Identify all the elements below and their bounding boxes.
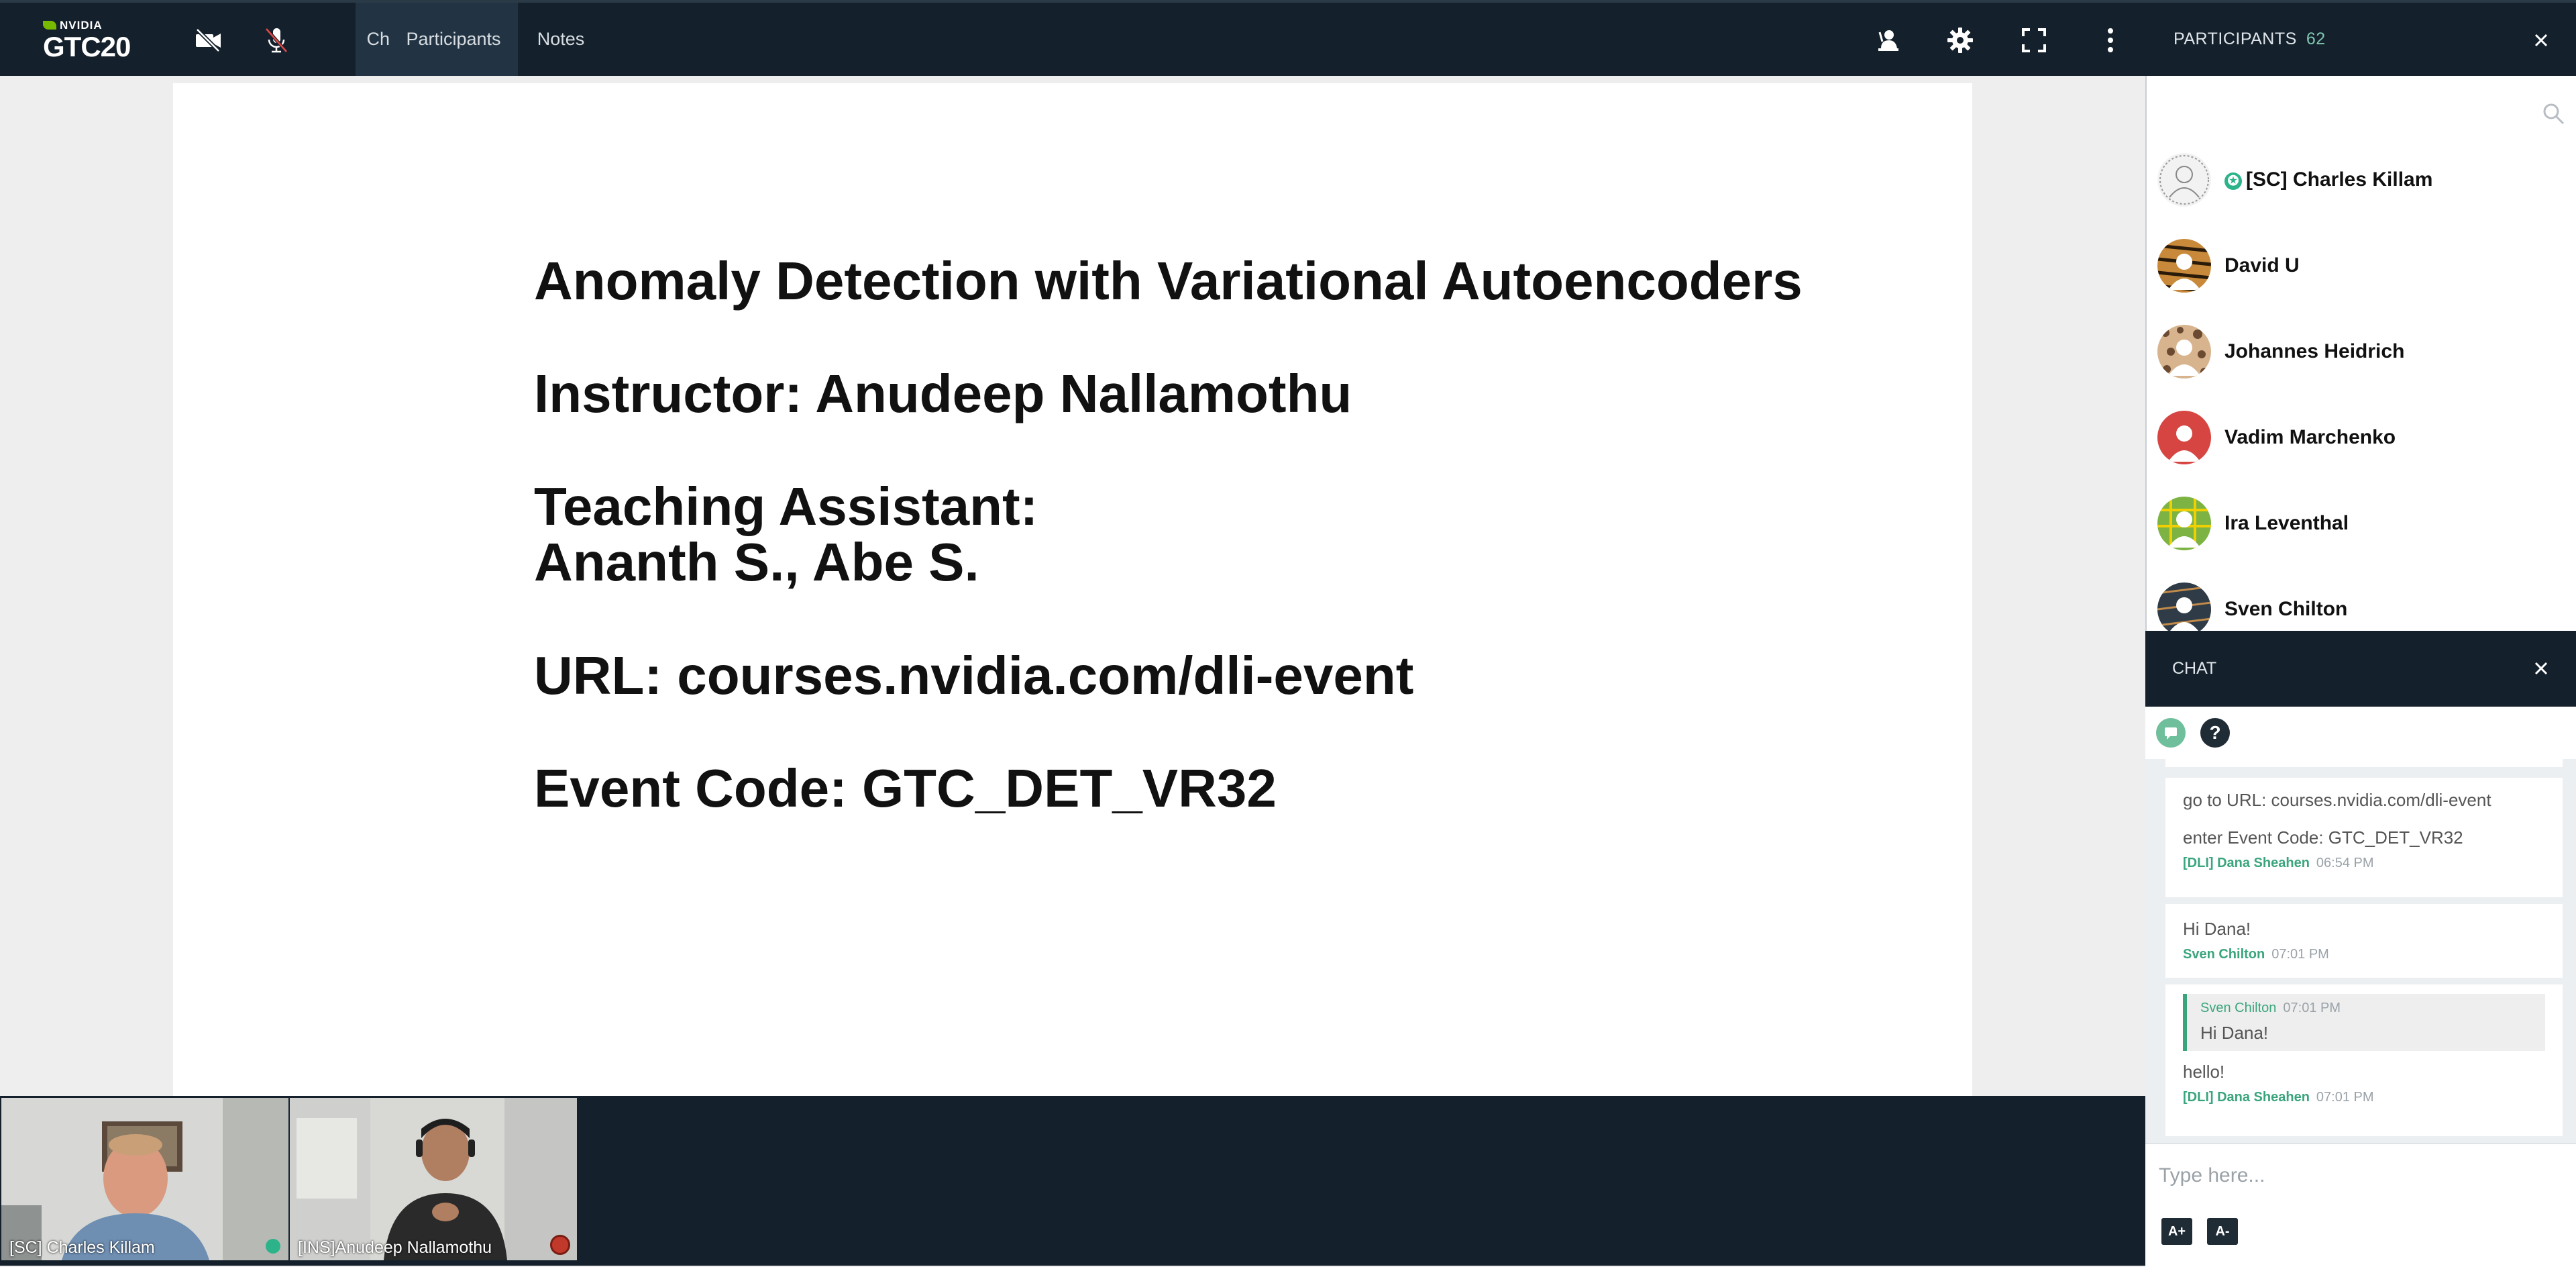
participant-row[interactable]: Ira Leventhal [2157, 493, 2349, 554]
chat-composer: A+ A- [2145, 1143, 2576, 1267]
message-author: [DLI] Dana Sheahen [2183, 856, 2310, 870]
participant-row[interactable]: David U [2157, 235, 2300, 297]
chat-input[interactable] [2157, 1159, 2563, 1193]
quote-author: Sven Chilton [2200, 1001, 2277, 1015]
participant-name: [SC] Charles Killam [2246, 168, 2433, 191]
participant-name: David U [2224, 254, 2300, 276]
slide-event-code: Event Code: GTC_DET_VR32 [534, 758, 1277, 818]
close-participants-icon[interactable] [2528, 27, 2555, 54]
participant-name: Johannes Heidrich [2224, 340, 2405, 362]
search-icon[interactable] [2540, 100, 2567, 127]
font-decrease-button[interactable]: A- [2207, 1218, 2238, 1245]
slide-title: Anomaly Detection with Variational Autoe… [534, 251, 1803, 311]
message-text: enter Event Code: GTC_DET_VR32 [2183, 827, 2463, 848]
chat-header: CHAT [2145, 631, 2576, 707]
message-text: go to URL: courses.nvidia.com/dli-event [2183, 790, 2491, 810]
presentation-slide: Anomaly Detection with Variational Autoe… [173, 83, 1972, 1096]
message-time: 07:01 PM [2316, 1090, 2374, 1105]
video-feed-charles [1, 1098, 288, 1260]
close-chat-icon[interactable] [2528, 655, 2555, 682]
participant-search[interactable] [2147, 87, 2576, 134]
avatar [2157, 325, 2211, 378]
slide-url: URL: courses.nvidia.com/dli-event [534, 646, 1414, 705]
video-strip: [SC] Charles Killam [INS]Anudeep Nallamo… [0, 1096, 2145, 1266]
chat-messages: go to URL: courses.nvidia.com/dli-event … [2145, 759, 2576, 1143]
help-icon[interactable]: ? [2200, 718, 2230, 748]
logo-brand: NVIDIA [43, 19, 130, 32]
chat-title: CHAT [2172, 659, 2217, 678]
video-tile[interactable]: [SC] Charles Killam [1, 1098, 288, 1260]
slide-ta-names: Ananth S., Abe S. [534, 532, 979, 592]
font-increase-button[interactable]: A+ [2161, 1218, 2192, 1245]
participant-name: Ira Leventhal [2224, 512, 2349, 534]
participant-name: Vadim Marchenko [2224, 426, 2396, 448]
camera-off-icon[interactable] [189, 21, 227, 59]
quoted-message: Sven Chilton 07:01 PM Hi Dana! [2183, 994, 2545, 1051]
message-author: Sven Chilton [2183, 947, 2265, 962]
chat-message: Sven Chilton 07:01 PM Hi Dana! hello! [DL… [2165, 984, 2563, 1136]
top-bar: NVIDIA GTC20 Chat Participants Notes PAR… [0, 0, 2576, 76]
participants-header: PARTICIPANTS 62 [2174, 30, 2326, 49]
participant-row[interactable]: Johannes Heidrich [2157, 321, 2404, 383]
avatar [2157, 153, 2211, 207]
tab-notes[interactable]: Notes [529, 3, 593, 76]
video-name: [INS]Anudeep Nallamothu [298, 1238, 492, 1257]
participants-count: 62 [2306, 30, 2326, 48]
moderator-badge-icon: ✪ [2224, 172, 2242, 190]
slide-instructor: Instructor: Anudeep Nallamothu [534, 364, 1352, 423]
participants-title: PARTICIPANTS [2174, 30, 2297, 48]
presenter-badge-icon [550, 1235, 570, 1255]
chat-message: Hi Dana! Sven Chilton 07:01 PM [2165, 904, 2563, 978]
chat-message: go to URL: courses.nvidia.com/dli-event … [2165, 778, 2563, 897]
message-author: [DLI] Dana Sheahen [2183, 1090, 2310, 1105]
status-dot [266, 1239, 280, 1254]
fullscreen-icon[interactable] [2015, 21, 2053, 59]
tab-participants[interactable]: Participants [389, 3, 518, 76]
avatar [2157, 239, 2211, 293]
video-tile[interactable]: [INS]Anudeep Nallamothu [290, 1098, 577, 1260]
logo-event: GTC20 [43, 31, 131, 62]
avatar [2157, 497, 2211, 550]
participant-name: Sven Chilton [2224, 598, 2348, 620]
message-time: 07:01 PM [2271, 947, 2329, 962]
gtc-logo: NVIDIA GTC20 [43, 19, 131, 62]
message-text: hello! [2183, 1062, 2225, 1082]
quote-time: 07:01 PM [2283, 1001, 2341, 1015]
participant-row[interactable]: Vadim Marchenko [2157, 407, 2396, 468]
message-text: Hi Dana! [2183, 919, 2251, 939]
message-time: 06:54 PM [2316, 856, 2374, 870]
chat-icon[interactable] [2156, 718, 2186, 748]
message-fragment [2165, 759, 2563, 767]
gear-icon[interactable] [1941, 21, 1979, 59]
avatar [2157, 411, 2211, 464]
video-name: [SC] Charles Killam [9, 1238, 155, 1257]
chat-toolbar: ? [2145, 707, 2576, 760]
avatar [2157, 582, 2211, 636]
raise-hand-icon[interactable] [1869, 21, 1907, 59]
presentation-stage: Anomaly Detection with Variational Autoe… [0, 76, 2145, 1096]
quote-text: Hi Dana! [2200, 1023, 2269, 1043]
slide-ta-heading: Teaching Assistant: [534, 476, 1038, 536]
mic-off-icon[interactable] [258, 21, 295, 59]
participant-row[interactable]: ✪ [SC] Charles Killam [2157, 149, 2432, 211]
video-feed-anudeep [290, 1098, 577, 1260]
more-vertical-icon[interactable] [2092, 21, 2129, 59]
